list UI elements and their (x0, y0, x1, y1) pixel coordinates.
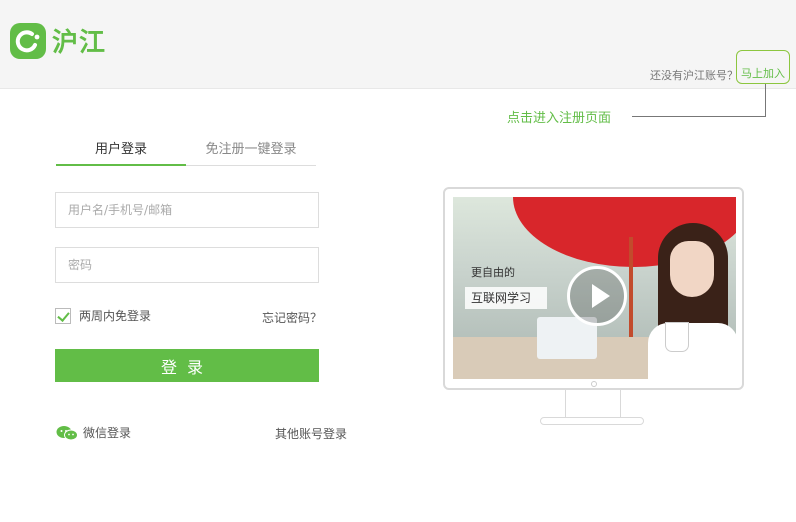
signup-callout: 点击进入注册页面 (507, 111, 612, 126)
wechat-login[interactable]: 微信登录 (56, 424, 131, 441)
tab-user-login[interactable]: 用户登录 (56, 138, 186, 166)
forgot-password-link[interactable]: 忘记密码？ (262, 309, 322, 326)
person-illustration (648, 223, 736, 379)
monitor-base (540, 417, 644, 425)
signup-link[interactable]: 马上加入 (736, 50, 790, 84)
promo-video-screen[interactable]: 更自由的 互联网学习 (453, 197, 736, 379)
hujiang-logo-icon (10, 22, 46, 59)
password-input[interactable] (55, 247, 319, 283)
brand-logo[interactable]: 沪江 (10, 22, 106, 59)
power-dot (591, 381, 597, 387)
cup (666, 323, 688, 351)
brand-name: 沪江 (52, 28, 107, 58)
promo-monitor: 更自由的 互联网学习 (443, 187, 744, 390)
shirt (648, 323, 736, 379)
remember-checkbox[interactable] (55, 307, 71, 324)
remember-me[interactable]: 两周内免登录 (55, 307, 151, 324)
wechat-login-label: 微信登录 (83, 426, 132, 440)
login-button[interactable]: 登录 (55, 349, 319, 382)
header: 沪江 还没有沪江账号？ 马上加入 (0, 0, 796, 88)
play-icon[interactable] (567, 266, 627, 326)
monitor-stand (565, 390, 621, 418)
username-input[interactable] (55, 192, 319, 228)
face (670, 241, 714, 297)
remember-label: 两周内免登录 (79, 309, 152, 323)
promo-caption-line1: 更自由的 (471, 266, 515, 279)
callout-line (632, 116, 766, 117)
signup-prompt: 还没有沪江账号？ (650, 69, 738, 82)
login-tabs: 用户登录 免注册一键登录 (56, 138, 316, 166)
tab-quick-login[interactable]: 免注册一键登录 (186, 138, 316, 165)
callout-line (765, 84, 766, 116)
other-account-login-link[interactable]: 其他账号登录 (275, 425, 347, 442)
wechat-icon (56, 425, 78, 441)
promo-caption-line2: 互联网学习 (465, 287, 547, 309)
